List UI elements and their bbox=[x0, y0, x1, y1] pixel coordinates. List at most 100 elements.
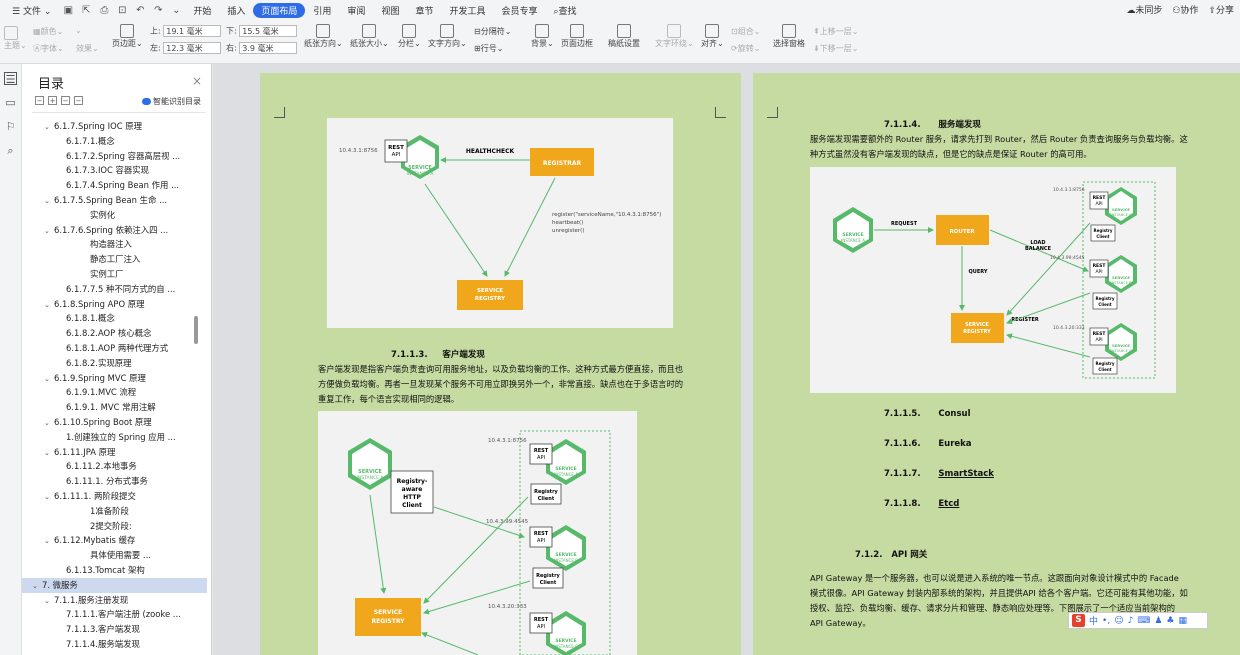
sync-status[interactable]: ☁未同步 bbox=[1126, 3, 1162, 16]
send-backward-button[interactable]: ⇟下移一层⌄ bbox=[813, 43, 858, 54]
toc-item[interactable]: 1准备阶段 bbox=[22, 504, 207, 519]
toc-item[interactable]: ⌄ 6.1.7.Spring IOC 原理 bbox=[22, 119, 207, 134]
grid-paper-button[interactable]: 稿纸设置 bbox=[608, 24, 640, 49]
file-menu[interactable]: ☰ 文件 ⌄ bbox=[4, 4, 59, 17]
page-border-button[interactable]: 页面边框 bbox=[561, 24, 593, 49]
chevron-down-icon[interactable]: ⌄ bbox=[44, 490, 54, 504]
separator-button[interactable]: ⊟分隔符⌄ bbox=[474, 26, 511, 37]
toc-item[interactable]: 6.1.8.2.实现原理 bbox=[22, 356, 207, 371]
margin-left-input[interactable]: 12.3 毫米 bbox=[163, 42, 222, 54]
collapse-all-icon[interactable]: − bbox=[35, 96, 44, 105]
toc-item[interactable]: 6.1.7.4.Spring Bean 作用 ... bbox=[22, 178, 207, 193]
tab-member[interactable]: 会员专享 bbox=[493, 4, 545, 17]
orientation-button[interactable]: 纸张方向⌄ bbox=[304, 24, 343, 49]
ime-language[interactable]: 中 bbox=[1089, 614, 1098, 627]
toc-item[interactable]: 6.1.13.Tomcat 架构 bbox=[22, 563, 207, 578]
quick-access-more-icon[interactable]: ⌄ bbox=[167, 5, 185, 16]
toc-item[interactable]: 7.1.1.1.客户端注册 (zooke ... bbox=[22, 607, 207, 622]
chevron-down-icon[interactable]: ⌄ bbox=[44, 446, 54, 460]
tab-review[interactable]: 审阅 bbox=[339, 4, 373, 17]
toc-item[interactable]: 实例工厂 bbox=[22, 267, 207, 282]
chevron-down-icon[interactable]: ⌄ bbox=[44, 298, 54, 312]
margin-top-input[interactable]: 19.1 毫米 bbox=[163, 25, 222, 37]
chevron-down-icon[interactable]: ⌄ bbox=[44, 416, 54, 430]
toc-item[interactable]: 6.1.8.1.AOP 两种代理方式 bbox=[22, 341, 207, 356]
level-down-icon[interactable]: − bbox=[74, 96, 83, 105]
color-button[interactable]: ▦颜色⌄ bbox=[33, 26, 63, 37]
toc-item[interactable]: 6.1.7.1.概念 bbox=[22, 134, 207, 149]
toc-scrollbar[interactable] bbox=[194, 316, 198, 344]
toc-item[interactable]: 6.1.11.2.本地事务 bbox=[22, 459, 207, 474]
tab-start[interactable]: 开始 bbox=[185, 4, 219, 17]
chevron-down-icon[interactable]: ⌄ bbox=[44, 120, 54, 134]
toc-item[interactable]: 6.1.8.1.概念 bbox=[22, 311, 207, 326]
chevron-down-icon[interactable]: ⌄ bbox=[44, 224, 54, 238]
font-button[interactable]: Ⓐ字体⌄ bbox=[33, 43, 64, 54]
chevron-down-icon[interactable]: ⌄ bbox=[44, 594, 54, 608]
tab-references[interactable]: 引用 bbox=[305, 4, 339, 17]
line-number-button[interactable]: ⊞行号⌄ bbox=[474, 43, 503, 54]
redo-icon[interactable]: ↷ bbox=[149, 5, 167, 16]
toc-item[interactable]: 6.1.8.2.AOP 核心概念 bbox=[22, 326, 207, 341]
toc-item[interactable]: 6.1.7.7.5 种不同方式的自 ... bbox=[22, 282, 207, 297]
toc-item[interactable]: 1.创建独立的 Spring 应用 ... bbox=[22, 430, 207, 445]
toc-item[interactable]: ⌄ 6.1.9.Spring MVC 原理 bbox=[22, 371, 207, 386]
share-button[interactable]: ⇪分享 bbox=[1208, 3, 1234, 16]
tab-sections[interactable]: 章节 bbox=[407, 4, 441, 17]
emoji-icon[interactable]: ☺ bbox=[1114, 616, 1123, 626]
tab-insert[interactable]: 插入 bbox=[219, 4, 253, 17]
toc-panel-icon[interactable]: ☰ bbox=[4, 72, 17, 86]
toc-item[interactable]: ⌄ 6.1.11.1. 两阶段提交 bbox=[22, 489, 207, 504]
user-icon[interactable]: ♟ bbox=[1154, 616, 1162, 626]
level-up-icon[interactable]: − bbox=[61, 96, 70, 105]
expand-icon[interactable]: + bbox=[48, 96, 57, 105]
toc-item[interactable]: 具体使用需要 ... bbox=[22, 548, 207, 563]
heading-7117[interactable]: 7.1.1.7. SmartStack bbox=[884, 469, 994, 479]
margin-bottom-input[interactable]: 15.5 毫米 bbox=[239, 25, 298, 37]
toc-item[interactable]: ⌄ 6.1.12.Mybatis 缓存 bbox=[22, 533, 207, 548]
voice-icon[interactable]: ♪ bbox=[1128, 616, 1134, 626]
color-dropdown-icon[interactable]: ⌄ bbox=[75, 26, 82, 35]
tab-page-layout[interactable]: 页面布局 bbox=[253, 2, 306, 18]
toc-item[interactable]: 6.1.9.1.MVC 流程 bbox=[22, 385, 207, 400]
save-icon[interactable]: ▣ bbox=[59, 5, 77, 16]
tab-developer[interactable]: 开发工具 bbox=[441, 4, 493, 17]
margins-button[interactable]: 页边距⌄ bbox=[112, 24, 143, 49]
rotate-button[interactable]: ⟳旋转⌄ bbox=[731, 43, 760, 54]
effect-button[interactable]: 效果⌄ bbox=[76, 43, 99, 54]
search-panel-icon[interactable]: ⌕ bbox=[4, 144, 17, 157]
toc-item[interactable]: 静态工厂注入 bbox=[22, 252, 207, 267]
skin-icon[interactable]: ♣ bbox=[1166, 616, 1174, 626]
bookmark-icon[interactable]: ⚐ bbox=[4, 120, 17, 133]
toc-item[interactable]: 构造器注入 bbox=[22, 237, 207, 252]
text-direction-button[interactable]: 文字方向⌄ bbox=[428, 24, 467, 49]
print-preview-icon[interactable]: ⊡ bbox=[113, 5, 131, 16]
toc-item[interactable]: ⌄ 6.1.7.5.Spring Bean 生命 ... bbox=[22, 193, 207, 208]
toc-item[interactable]: 实例化 bbox=[22, 208, 207, 223]
heading-7118[interactable]: 7.1.1.8. Etcd bbox=[884, 499, 959, 509]
keyboard-icon[interactable]: ⌨ bbox=[1137, 616, 1150, 626]
columns-button[interactable]: 分栏⌄ bbox=[398, 24, 421, 49]
punctuation-icon[interactable]: •, bbox=[1102, 616, 1110, 626]
heading-7116[interactable]: 7.1.1.6. Eureka bbox=[884, 439, 972, 449]
toc-item[interactable]: ⌄ 6.1.7.6.Spring 依赖注入四 ... bbox=[22, 223, 207, 238]
toolbox-icon[interactable]: ▦ bbox=[1178, 616, 1187, 626]
toc-item[interactable]: 6.1.7.3.IOC 容器实现 bbox=[22, 163, 207, 178]
toc-item[interactable]: 6.1.11.1. 分布式事务 bbox=[22, 474, 207, 489]
text-wrap-button[interactable]: 文字环绕⌄ bbox=[655, 24, 694, 49]
toc-item[interactable]: ⌄ 6.1.8.Spring APO 原理 bbox=[22, 297, 207, 312]
paper-size-button[interactable]: 纸张大小⌄ bbox=[350, 24, 389, 49]
toc-item[interactable]: ⌄ 7. 微服务 bbox=[22, 577, 207, 593]
align-button[interactable]: 对齐⌄ bbox=[701, 24, 724, 49]
ime-toolbar[interactable]: S 中 •, ☺ ♪ ⌨ ♟ ♣ ▦ bbox=[1068, 612, 1208, 629]
search-button[interactable]: ⌕查找 bbox=[546, 4, 585, 17]
margin-right-input[interactable]: 3.9 毫米 bbox=[239, 42, 298, 54]
group-button[interactable]: ⊡组合⌄ bbox=[731, 26, 760, 37]
smart-toc-button[interactable]: 智能识别目录 bbox=[142, 96, 201, 107]
chevron-down-icon[interactable]: ⌄ bbox=[32, 579, 42, 593]
export-icon[interactable]: ⇱ bbox=[77, 5, 95, 16]
chevron-down-icon[interactable]: ⌄ bbox=[44, 534, 54, 548]
toc-item[interactable]: 6.1.7.2.Spring 容器高层视 ... bbox=[22, 149, 207, 164]
toc-item[interactable]: ⌄ 6.1.11.JPA 原理 bbox=[22, 445, 207, 460]
toc-item[interactable]: ⌄ 6.1.10.Spring Boot 原理 bbox=[22, 415, 207, 430]
